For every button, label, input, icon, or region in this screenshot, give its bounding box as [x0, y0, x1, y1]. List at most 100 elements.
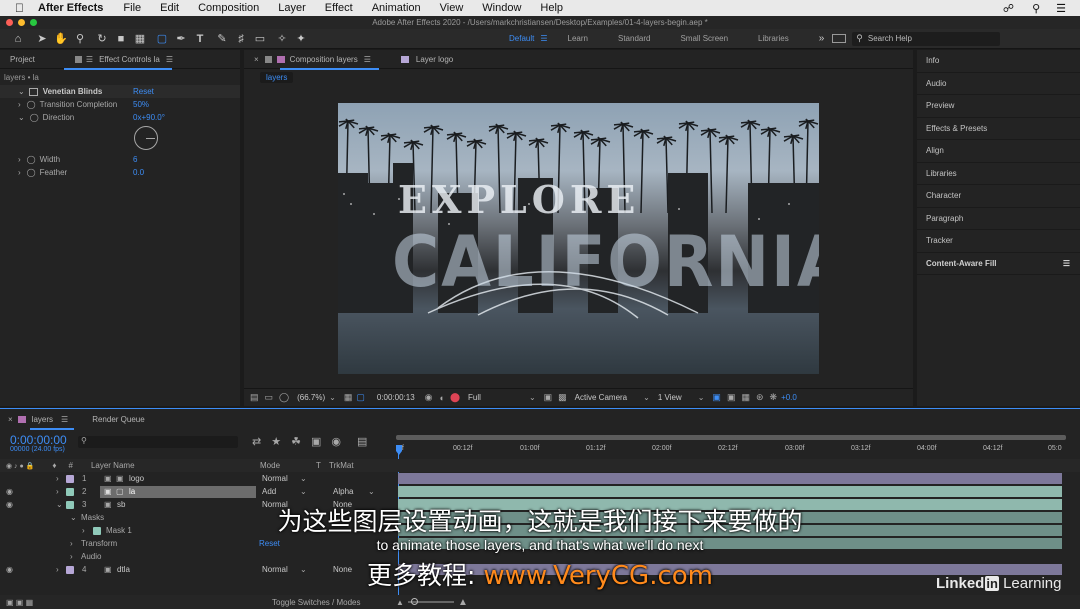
timeline-icon[interactable]: ▦ — [741, 392, 750, 403]
timecode-display[interactable]: 0:00:00:13 — [377, 393, 415, 402]
expand-chevron-icon[interactable]: › — [18, 100, 21, 109]
panel-effects-presets[interactable]: Effects & Presets — [917, 118, 1080, 140]
param-value[interactable]: 0.0 — [133, 168, 144, 177]
view-layout-dropdown[interactable]: 1 View — [658, 393, 682, 402]
grid-icon[interactable]: ▦ — [344, 392, 353, 403]
safe-margins-icon[interactable]: ▢ — [356, 392, 365, 403]
menu-help[interactable]: Help — [540, 2, 563, 14]
pan-behind-tool-icon[interactable]: ▦ — [132, 31, 148, 47]
tab-project[interactable]: Project — [10, 55, 35, 64]
panel-align[interactable]: Align — [917, 140, 1080, 163]
workspace-default[interactable]: Default — [509, 34, 534, 43]
lock-icon[interactable] — [74, 55, 82, 63]
panel-preview[interactable]: Preview — [917, 95, 1080, 118]
panel-menu-icon[interactable]: ☰ — [166, 55, 173, 64]
layer-bar[interactable] — [398, 473, 1062, 484]
panel-info[interactable]: Info — [917, 50, 1080, 73]
menu-edit[interactable]: Edit — [160, 2, 179, 14]
param-value[interactable]: 6 — [133, 155, 137, 164]
menu-window[interactable]: Window — [482, 2, 521, 14]
channel-icon[interactable]: ⬤ — [450, 392, 460, 403]
fx-icon[interactable] — [28, 87, 38, 96]
panel-character[interactable]: Character — [917, 185, 1080, 208]
param-value[interactable]: 0x+90.0° — [133, 113, 165, 122]
comp-chip[interactable]: layers — [260, 72, 294, 83]
shy-layers-icon[interactable]: ☘ — [291, 435, 301, 448]
menu-animation[interactable]: Animation — [372, 2, 421, 14]
comp-mini-flowchart-icon[interactable]: ⇄ — [252, 435, 261, 448]
lock-icon[interactable] — [264, 55, 272, 63]
blend-mode-dropdown[interactable]: Normal — [262, 474, 288, 483]
panel-menu-icon[interactable]: ☰ — [364, 55, 371, 64]
chevron-down-icon[interactable]: ⌄ — [529, 393, 536, 402]
tab-effect-controls[interactable]: Effect Controls la — [99, 55, 160, 64]
layer-name[interactable]: la — [129, 487, 135, 496]
label-color-swatch[interactable] — [66, 474, 74, 483]
panel-paragraph[interactable]: Paragraph — [917, 208, 1080, 230]
apple-icon[interactable]:  — [15, 1, 24, 15]
transparency-grid-icon[interactable]: ▩ — [558, 392, 567, 403]
workspace-small-screen[interactable]: Small Screen — [680, 34, 728, 43]
tab-render-queue[interactable]: Render Queue — [92, 415, 144, 424]
direction-dial[interactable] — [134, 126, 158, 150]
stopwatch-icon[interactable]: ◯ — [27, 168, 36, 177]
blend-mode-dropdown[interactable]: Add — [262, 487, 276, 496]
expand-chevron-icon[interactable]: › — [18, 155, 21, 164]
layer-row-la[interactable]: ◉ › 2 ▣ ▢ la Add ⌄ Alpha ⌄ — [0, 485, 1080, 498]
camera-dropdown[interactable]: Active Camera — [575, 393, 627, 402]
close-tab-icon[interactable]: × — [8, 415, 13, 424]
workspace-libraries[interactable]: Libraries — [758, 34, 789, 43]
panel-content-aware-fill[interactable]: Content-Aware Fill ☰ — [917, 253, 1080, 275]
chevron-down-icon[interactable]: ⌄ — [698, 393, 705, 402]
eraser-tool-icon[interactable]: ▭ — [252, 31, 268, 47]
spotlight-search-icon[interactable]: ⚲ — [1032, 2, 1040, 15]
trkmat-dropdown[interactable]: Alpha — [333, 487, 353, 496]
layer-switches-icon[interactable]: ▣ ▣ ▦ — [6, 598, 33, 607]
workspace-menu-icon[interactable]: ☰ — [540, 34, 547, 43]
graph-editor-icon[interactable]: ▤ — [357, 435, 367, 448]
effect-header-row[interactable]: ⌄ Venetian Blinds Reset — [0, 85, 240, 98]
snapshot-icon[interactable]: ◉ — [425, 392, 433, 403]
layer-bar[interactable] — [398, 486, 1062, 497]
minimize-window-button[interactable] — [18, 19, 25, 26]
type-tool-icon[interactable]: T — [192, 31, 208, 47]
panel-libraries[interactable]: Libraries — [917, 163, 1080, 185]
selection-tool-icon[interactable]: ➤ — [34, 31, 50, 47]
tab-layer[interactable]: Layer logo — [416, 55, 453, 64]
panel-audio[interactable]: Audio — [917, 73, 1080, 95]
zoom-slider-handle[interactable] — [411, 598, 418, 605]
flowchart-icon[interactable]: ⊛ — [756, 392, 764, 403]
mask-visibility-icon[interactable]: ◯ — [279, 392, 289, 403]
label-color-swatch[interactable] — [66, 487, 74, 496]
menu-layer[interactable]: Layer — [278, 2, 306, 14]
close-tab-icon[interactable]: × — [254, 55, 259, 64]
motion-blur-icon[interactable]: ◉ — [331, 435, 341, 448]
param-value[interactable]: 50% — [133, 100, 149, 109]
show-snapshot-icon[interactable]: ◖ — [439, 393, 444, 403]
video-visibility-icon[interactable]: ◉ — [6, 487, 13, 496]
frame-blending-icon[interactable]: ▣ — [311, 435, 321, 448]
app-menu[interactable]: After Effects — [38, 2, 103, 14]
expand-chevron-icon[interactable]: ⌄ — [18, 87, 25, 96]
chevron-down-icon[interactable]: ⌄ — [368, 487, 375, 496]
exposure-value[interactable]: +0.0 — [781, 393, 797, 402]
work-area-bar[interactable] — [396, 435, 1066, 440]
stopwatch-icon[interactable]: ◯ — [27, 100, 36, 109]
roto-brush-tool-icon[interactable]: ✧ — [274, 31, 290, 47]
composition-viewer[interactable]: EXPLORE CALIFORNIA — [338, 103, 819, 374]
timeline-timecode[interactable]: 0:00:00:00 — [10, 433, 67, 447]
param-width[interactable]: › ◯ Width 6 — [0, 153, 137, 166]
brush-tool-icon[interactable]: ✎ — [214, 31, 230, 47]
search-help-box[interactable]: ⚲ Search Help — [852, 31, 1001, 46]
chevron-down-icon[interactable]: ⌄ — [300, 487, 307, 496]
tab-composition[interactable]: Composition layers — [290, 55, 358, 64]
layer-search-input[interactable]: ⚲ — [78, 436, 238, 448]
menu-composition[interactable]: Composition — [198, 2, 259, 14]
notification-center-icon[interactable]: ☰ — [1056, 2, 1066, 15]
expand-chevron-icon[interactable]: › — [18, 168, 21, 177]
sync-settings-icon[interactable] — [832, 34, 847, 43]
param-transition-completion[interactable]: › ◯ Transition Completion 50% — [0, 98, 149, 111]
param-direction[interactable]: ⌄ ◯ Direction 0x+90.0° — [0, 111, 165, 124]
rectangle-tool-icon[interactable]: ▢ — [154, 31, 170, 47]
param-feather[interactable]: › ◯ Feather 0.0 — [0, 166, 144, 179]
